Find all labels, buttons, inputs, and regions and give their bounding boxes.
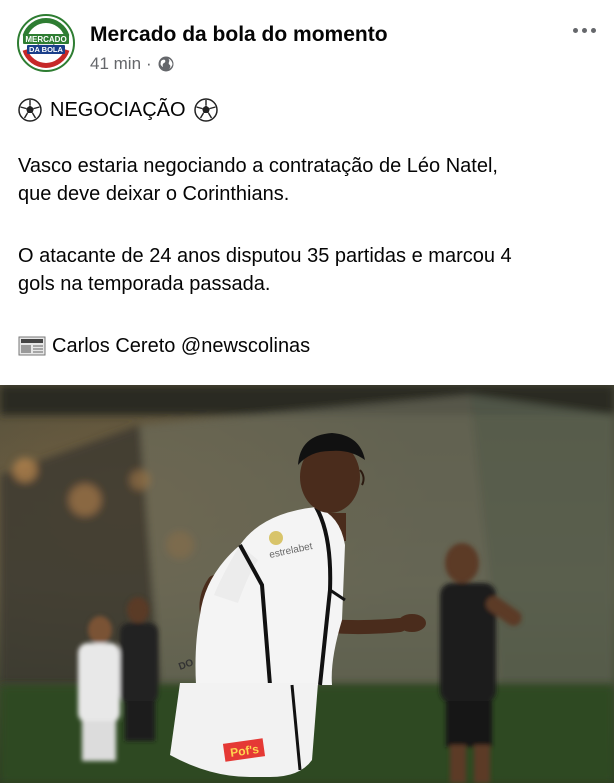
- globe-icon[interactable]: [157, 55, 175, 73]
- body-line: gols na temporada passada.: [18, 273, 271, 295]
- page-avatar[interactable]: MERCADO DA BOLA: [17, 14, 75, 72]
- credit-text: Carlos Cereto @newscolinas: [52, 335, 311, 357]
- headline: NEGOCIAÇÃO: [50, 99, 186, 121]
- credit-line: Carlos Cereto @newscolinas: [18, 332, 598, 360]
- post-text: NEGOCIAÇÃO Vasco estaria negociando a co…: [18, 96, 598, 360]
- body-line: O atacante de 24 anos disputou 35 partid…: [18, 245, 512, 267]
- mercado-da-bola-logo: MERCADO DA BOLA: [20, 17, 72, 69]
- player-photo: estrelabet DO Pof's: [0, 385, 614, 783]
- post-meta: 41 min ·: [90, 54, 175, 74]
- newspaper-icon: [18, 336, 46, 356]
- more-dot: [581, 27, 587, 33]
- post-photo[interactable]: estrelabet DO Pof's: [0, 385, 614, 783]
- body-line: que deve deixar o Corinthians.: [18, 183, 290, 205]
- post-header: MERCADO DA BOLA Mercado da bola do momen…: [0, 0, 614, 86]
- meta-separator: ·: [146, 54, 152, 73]
- page-name[interactable]: Mercado da bola do momento: [90, 23, 388, 47]
- logo-line1: MERCADO: [25, 35, 66, 44]
- soccer-ball-icon: [18, 98, 42, 122]
- post-time[interactable]: 41 min: [90, 54, 141, 74]
- more-horizontal-icon: [572, 27, 578, 33]
- body-line: Vasco estaria negociando a contratação d…: [18, 155, 498, 177]
- more-options-button[interactable]: [566, 16, 602, 44]
- logo-line2: DA BOLA: [29, 45, 63, 54]
- more-dot: [590, 27, 596, 33]
- headline-line: NEGOCIAÇÃO: [18, 96, 598, 124]
- soccer-ball-icon: [193, 98, 218, 122]
